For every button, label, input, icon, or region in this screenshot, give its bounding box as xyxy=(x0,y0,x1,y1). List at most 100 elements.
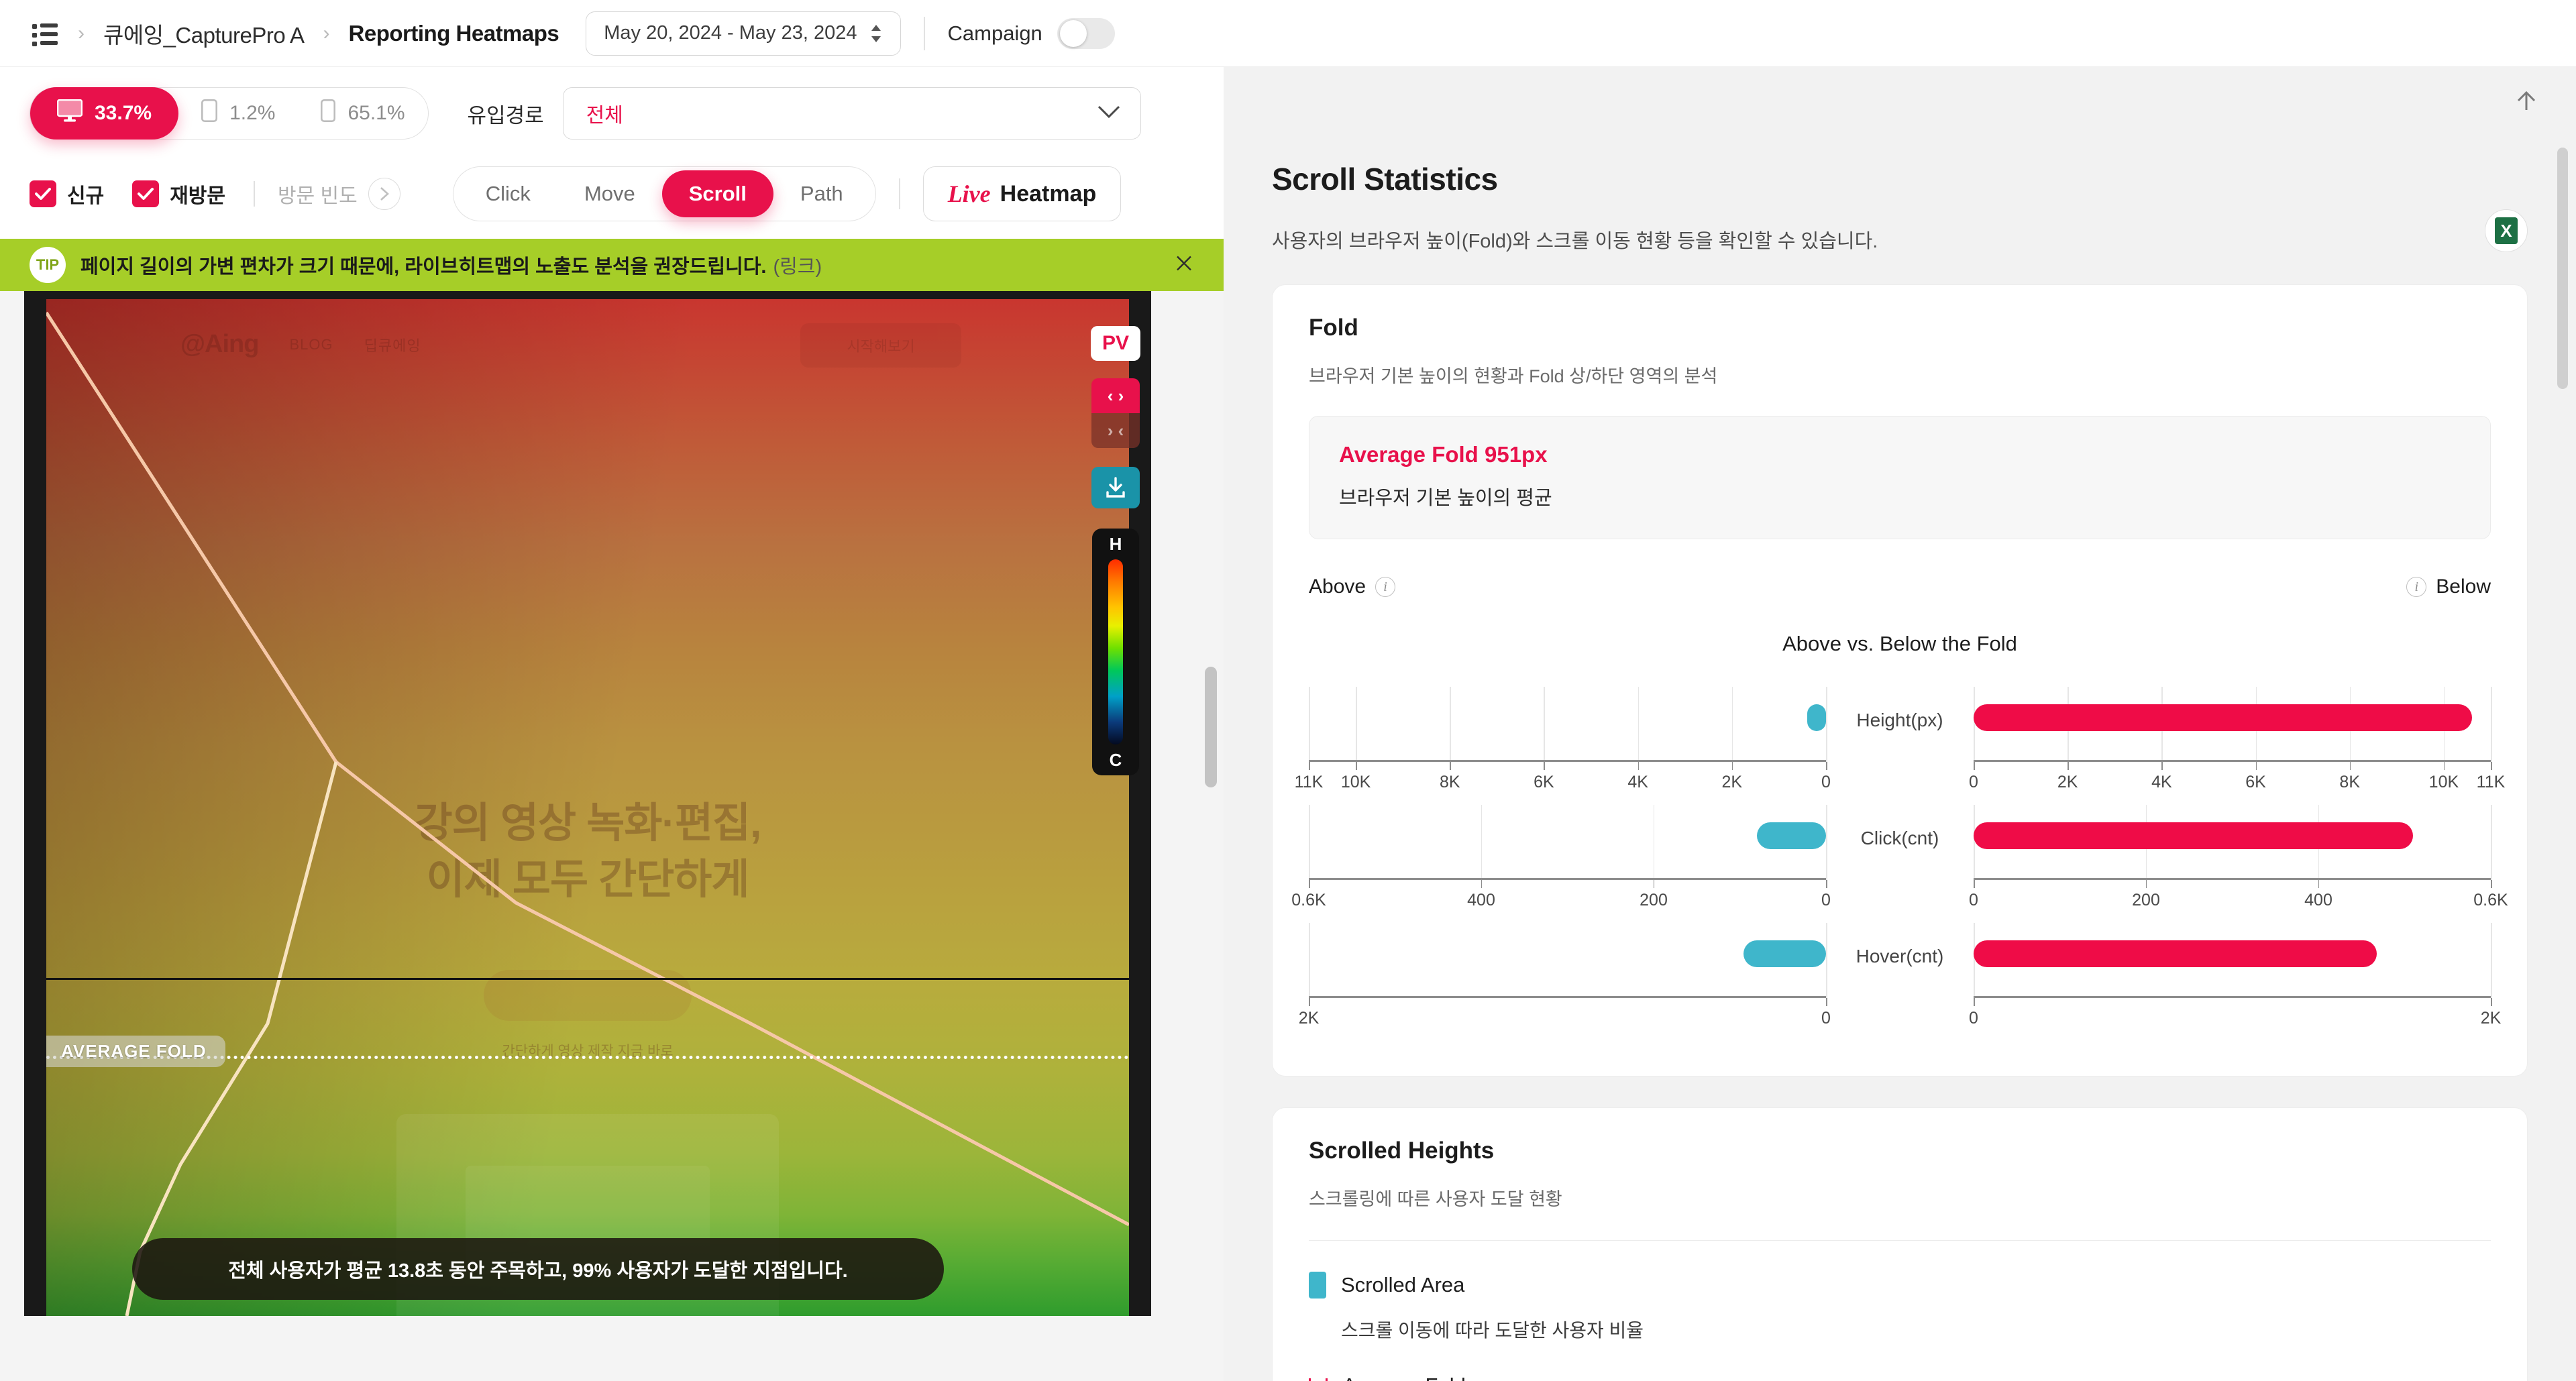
axis-tick xyxy=(2068,762,2069,770)
heatmap-mode-tabs: Click Move Scroll Path xyxy=(452,166,876,221)
axis-line xyxy=(1974,996,2491,998)
axis-tick xyxy=(1638,762,1640,770)
checkbox-returning-visitor[interactable]: 재방문 xyxy=(132,179,225,209)
campaign-label: Campaign xyxy=(947,21,1042,45)
axis-tick xyxy=(1653,880,1655,888)
scrolled-heights-card: Scrolled Heights 스크롤링에 따른 사용자 도달 현황 Scro… xyxy=(1272,1107,2528,1381)
expand-arrows-icon[interactable]: ‹ › xyxy=(1091,378,1140,413)
axis-tick-label: 0 xyxy=(1821,891,1831,909)
axis-tick-label: 200 xyxy=(1640,891,1668,909)
checkbox-checked-icon xyxy=(30,180,56,207)
scroll-heatmap[interactable]: @Aing BLOG 딥큐에잉 시작해보기 강의 영상 녹화·편집, 이제 모두… xyxy=(46,299,1129,1316)
mobile-icon xyxy=(321,99,336,127)
below-bar xyxy=(1974,940,2377,967)
tab-scroll[interactable]: Scroll xyxy=(661,170,773,217)
axis-tick-label: 0 xyxy=(1821,773,1831,791)
device-filter-mobile[interactable]: 65.1% xyxy=(298,87,427,140)
axis-tick xyxy=(1450,762,1451,770)
axis-tick xyxy=(1974,762,1975,770)
chart-row: Click(cnt) 0.6K 400 200 0 0 200 400 0.6K xyxy=(1291,805,2508,923)
hamburger-menu-icon[interactable] xyxy=(32,21,59,46)
tip-text: 페이지 길이의 가변 편차가 크기 때문에, 라이브히트맵의 노출도 분석을 권… xyxy=(80,256,767,278)
chart-row-category-label: Hover(cnt) xyxy=(1856,946,1944,966)
chart-row-category-label: Height(px) xyxy=(1856,710,1943,730)
axis-line xyxy=(1309,760,1826,762)
excel-export-button[interactable]: X xyxy=(2485,209,2528,252)
device-desktop-value: 33.7% xyxy=(95,102,152,124)
visit-frequency-expand-button[interactable] xyxy=(368,178,400,210)
tablet-icon xyxy=(201,99,218,127)
gridline xyxy=(1731,687,1733,762)
fold-line xyxy=(46,978,1129,980)
axis-tick-label: 2K xyxy=(2480,1009,2502,1028)
axis-tick xyxy=(1731,762,1733,770)
pv-toggle-button[interactable]: PV xyxy=(1091,326,1140,361)
statistics-scrollbar-thumb[interactable] xyxy=(2557,148,2568,389)
below-half xyxy=(1974,687,2492,770)
visit-frequency-label: 방문 빈도 xyxy=(278,185,358,207)
axis-tick-label: 400 xyxy=(1467,891,1495,909)
chart-row-plot: Hover(cnt) xyxy=(1309,923,2492,1006)
live-heatmap-button[interactable]: Live Heatmap xyxy=(922,166,1122,221)
heatmap-stage: @Aing BLOG 딥큐에잉 시작해보기 강의 영상 녹화·편집, 이제 모두… xyxy=(0,291,1224,1316)
below-bar xyxy=(1974,822,2414,849)
inflow-path-select[interactable]: 전체 xyxy=(562,87,1141,140)
device-mobile-value: 65.1% xyxy=(347,102,405,124)
scroll-to-top-icon[interactable] xyxy=(2513,87,2540,117)
axis-line xyxy=(1974,760,2491,762)
heatmap-panel: 33.7% 1.2% 65.1% 유입경로 전체 신규 재방문 방문 빈도 Cl… xyxy=(0,67,1224,1381)
legend-average-fold: Average Fold xyxy=(1309,1374,2491,1381)
info-icon[interactable]: i xyxy=(1375,577,1396,597)
tip-link[interactable]: (링크) xyxy=(773,251,822,279)
axis-tick xyxy=(1356,762,1357,770)
scroll-reach-curve xyxy=(46,311,1129,1316)
axis-tick-label: 8K xyxy=(2339,773,2361,791)
download-icon[interactable] xyxy=(1091,467,1140,508)
campaign-toggle[interactable] xyxy=(1057,17,1115,49)
axis-tick-label: 2K xyxy=(1298,1009,1320,1028)
above-label: Above xyxy=(1309,575,1366,598)
tab-path[interactable]: Path xyxy=(773,166,870,221)
info-icon[interactable]: i xyxy=(2406,577,2427,597)
controls-row-filters: 신규 재방문 방문 빈도 Click Move Scroll Path Live… xyxy=(30,166,1194,221)
close-icon[interactable] xyxy=(1175,255,1193,276)
gridline xyxy=(1309,923,1310,998)
scale-gradient xyxy=(1108,559,1123,744)
tab-click[interactable]: Click xyxy=(459,166,557,221)
device-filter-group: 33.7% 1.2% 65.1% xyxy=(30,87,429,140)
axis-tick xyxy=(1481,880,1483,888)
tab-move[interactable]: Move xyxy=(557,166,662,221)
collapse-arrows-icon[interactable]: › ‹ xyxy=(1091,413,1140,448)
top-bar: › 큐에잉_CapturePro A › Reporting Heatmaps … xyxy=(0,0,2576,67)
legend-scrolled-area: Scrolled Area xyxy=(1309,1272,2491,1299)
device-filter-tablet[interactable]: 1.2% xyxy=(178,87,298,140)
breadcrumb-page: Reporting Heatmaps xyxy=(348,20,559,46)
gridline xyxy=(1481,805,1483,880)
above-half xyxy=(1309,923,1827,1006)
axis-tick xyxy=(1974,998,1975,1006)
statistics-panel: X Scroll Statistics 사용자의 브라우저 높이(Fold)와 … xyxy=(1224,67,2576,1381)
heatmap-scrollbar-thumb[interactable] xyxy=(1205,667,1217,787)
divider xyxy=(898,178,900,209)
scale-hot-label: H xyxy=(1109,534,1122,554)
checkbox-new-visitor[interactable]: 신규 xyxy=(30,179,104,209)
statistics-content: Scroll Statistics 사용자의 브라우저 높이(Fold)와 스크… xyxy=(1224,67,2576,1381)
breadcrumb-project[interactable]: 큐에잉_CapturePro A xyxy=(103,17,305,50)
tip-banner: TIP 페이지 길이의 가변 편차가 크기 때문에, 라이브히트맵의 노출도 분… xyxy=(0,239,1224,291)
axis-line xyxy=(1309,996,1826,998)
fold-card-title: Fold xyxy=(1309,315,1358,341)
date-range-picker[interactable]: May 20, 2024 - May 23, 2024 xyxy=(586,11,901,56)
axis-tick xyxy=(1309,998,1310,1006)
inflow-path-value: 전체 xyxy=(586,105,623,127)
axis-tick xyxy=(2349,762,2351,770)
axis-line xyxy=(1309,878,1826,880)
gridline xyxy=(1974,687,1975,762)
axis-tick xyxy=(1544,762,1545,770)
device-filter-desktop[interactable]: 33.7% xyxy=(30,87,179,140)
scale-cold-label: C xyxy=(1109,750,1122,770)
live-heatmap-live-text: Live xyxy=(947,180,991,207)
axis-tick-label: 4K xyxy=(1627,773,1648,791)
date-range-value: May 20, 2024 - May 23, 2024 xyxy=(604,22,857,44)
divider xyxy=(254,181,256,207)
tip-badge: TIP xyxy=(30,247,66,283)
